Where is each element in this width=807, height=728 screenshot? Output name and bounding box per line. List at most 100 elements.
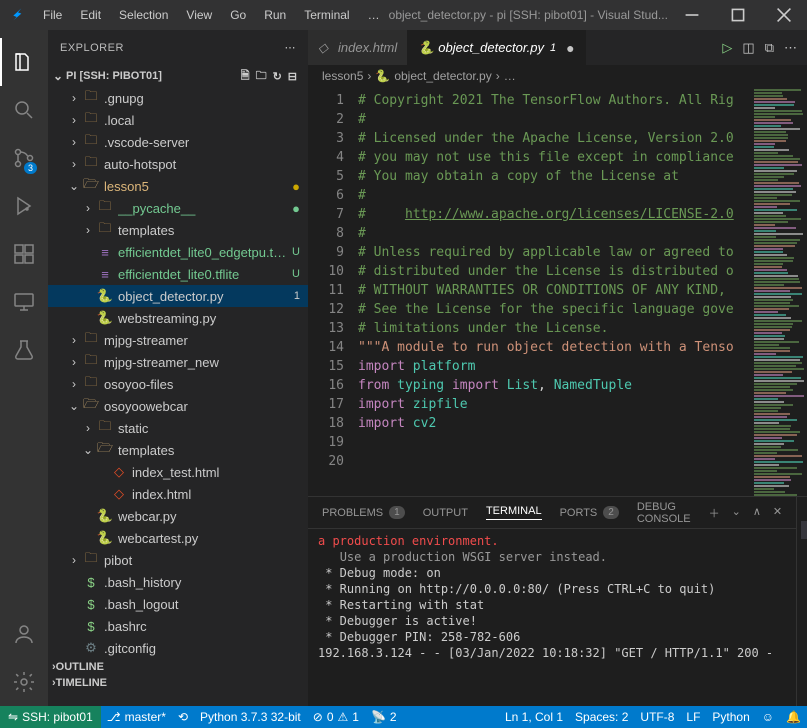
tree-item---pycache--[interactable]: ›🗀__pycache__●	[48, 197, 308, 219]
menu-selection[interactable]: Selection	[111, 4, 176, 26]
panel-tab-debug console[interactable]: DEBUG CONSOLE	[637, 501, 691, 525]
tree-item-efficientdet-lite0-edgetpu-tflite[interactable]: ≡efficientdet_lite0_edgetpu.tfliteU	[48, 241, 308, 263]
menu-edit[interactable]: Edit	[72, 4, 109, 26]
chevron-icon: ⌄	[80, 443, 96, 457]
panel-tab-ports[interactable]: PORTS 2	[560, 506, 619, 519]
item-label: .gitconfig	[104, 641, 300, 656]
scm-activity[interactable]: 3	[0, 134, 48, 182]
code-content[interactable]: # Copyright 2021 The TensorFlow Authors.…	[358, 87, 752, 496]
explorer-activity[interactable]	[0, 38, 48, 86]
menu-file[interactable]: File	[35, 4, 70, 26]
tree-root[interactable]: ⌄ PI [SSH: PIBOT01] 🗎 🗀 ↻ ⊟	[48, 65, 308, 87]
tree-item-mjpg-streamer-new[interactable]: ›🗀mjpg-streamer_new	[48, 351, 308, 373]
breadcrumbs[interactable]: lesson5 › 🐍 object_detector.py › …	[308, 65, 807, 87]
notifications-icon[interactable]: 🔔	[780, 710, 807, 724]
run-icon[interactable]: ▷	[722, 40, 732, 56]
menu-terminal[interactable]: Terminal	[296, 4, 357, 26]
panel-tab-output[interactable]: OUTPUT	[423, 507, 468, 519]
search-activity[interactable]	[0, 86, 48, 134]
tree-item-pibot[interactable]: ›🗀pibot	[48, 549, 308, 571]
menu-…[interactable]: …	[360, 4, 388, 26]
problems-status[interactable]: ⊘0 ⚠1	[307, 710, 365, 724]
settings-activity[interactable]	[0, 658, 48, 706]
python-interpreter[interactable]: Python 3.7.3 32-bit	[194, 710, 307, 724]
item-label: .bash_logout	[104, 597, 300, 612]
tree-item-webcar-py[interactable]: 🐍webcar.py	[48, 505, 308, 527]
diff-icon[interactable]: ⧉	[765, 40, 774, 56]
tree-item--gitconfig[interactable]: ⚙.gitconfig	[48, 637, 308, 659]
refresh-icon[interactable]: ↻	[273, 70, 282, 83]
minimap[interactable]	[752, 87, 807, 496]
cursor-position[interactable]: Ln 1, Col 1	[499, 710, 569, 724]
breadcrumb-item[interactable]: object_detector.py	[394, 69, 491, 83]
tree-item-index-test-html[interactable]: ◇index_test.html	[48, 461, 308, 483]
remote-indicator[interactable]: ⇋SSH: pibot01	[0, 706, 101, 728]
tree-item--bash-logout[interactable]: $.bash_logout	[48, 593, 308, 615]
tree-item--vscode-server[interactable]: ›🗀.vscode-server	[48, 131, 308, 153]
indentation[interactable]: Spaces: 2	[569, 710, 634, 724]
html-icon: ◇	[318, 40, 332, 56]
tree-item--local[interactable]: ›🗀.local	[48, 109, 308, 131]
folder-icon: 🗀	[82, 87, 100, 109]
terminal-session-sudo[interactable]: ›sudo osoyo...	[801, 521, 807, 539]
tree-item-lesson5[interactable]: ⌄🗁lesson5●	[48, 175, 308, 197]
tree-item-templates[interactable]: ›🗀templates	[48, 219, 308, 241]
sync-icon: ⟲	[178, 710, 188, 724]
new-file-icon[interactable]: 🗎	[241, 67, 250, 86]
tree-item-templates[interactable]: ⌄🗁templates	[48, 439, 308, 461]
timeline-section[interactable]: ›TIMELINE	[48, 675, 308, 691]
eol[interactable]: LF	[680, 710, 706, 724]
menu-run[interactable]: Run	[256, 4, 294, 26]
tree-item-index-html[interactable]: ◇index.html	[48, 483, 308, 505]
extensions-activity[interactable]	[0, 230, 48, 278]
tree-item--gnupg[interactable]: ›🗀.gnupg	[48, 87, 308, 109]
tree-item-auto-hotspot[interactable]: ›🗀auto-hotspot	[48, 153, 308, 175]
tree-item-osoyoowebcar[interactable]: ⌄🗁osoyoowebcar	[48, 395, 308, 417]
terminal-session-python3[interactable]: ›python3 les...	[801, 503, 807, 521]
maximize-panel-icon[interactable]: ∧	[753, 505, 761, 521]
editor-body[interactable]: 1234567891011121314151617181920 # Copyri…	[308, 87, 807, 496]
split-icon[interactable]: ◫	[742, 40, 754, 56]
panel-tab-terminal[interactable]: TERMINAL	[486, 505, 542, 520]
tree-item-efficientdet-lite0-tflite[interactable]: ≡efficientdet_lite0.tfliteU	[48, 263, 308, 285]
more-icon[interactable]: ⋯	[285, 41, 297, 54]
terminal-output[interactable]: a production environment. Use a producti…	[308, 529, 796, 706]
testing-activity[interactable]	[0, 326, 48, 374]
panel-tab-problems[interactable]: PROBLEMS 1	[322, 506, 405, 519]
git-branch[interactable]: ⎇master*	[101, 710, 172, 724]
tree-item--bashrc[interactable]: $.bashrc	[48, 615, 308, 637]
close-panel-icon[interactable]: ✕	[773, 505, 782, 521]
menu-view[interactable]: View	[178, 4, 220, 26]
tree-item-mjpg-streamer[interactable]: ›🗀mjpg-streamer	[48, 329, 308, 351]
tree-item-webcartest-py[interactable]: 🐍webcartest.py	[48, 527, 308, 549]
remote-explorer-activity[interactable]	[0, 278, 48, 326]
tree-item-osoyoo-files[interactable]: ›🗀osoyoo-files	[48, 373, 308, 395]
outline-section[interactable]: ›OUTLINE	[48, 659, 308, 675]
menu-go[interactable]: Go	[222, 4, 254, 26]
accounts-activity[interactable]	[0, 610, 48, 658]
maximize-button[interactable]	[715, 0, 761, 30]
breadcrumb-item[interactable]: …	[504, 69, 516, 83]
tree-item-webstreaming-py[interactable]: 🐍webstreaming.py	[48, 307, 308, 329]
terminal-sessions: ›python3 les...›sudo osoyo...	[796, 497, 807, 706]
new-folder-icon[interactable]: 🗀	[256, 67, 267, 86]
new-terminal-icon[interactable]: ＋	[709, 505, 720, 521]
dropdown-icon[interactable]: ⌄	[732, 505, 741, 521]
tab-object-detector-py[interactable]: 🐍object_detector.py1●	[408, 30, 585, 65]
feedback-icon[interactable]: ☺	[756, 710, 780, 724]
run-activity[interactable]	[0, 182, 48, 230]
language-mode[interactable]: Python	[706, 710, 755, 724]
tab-index-html[interactable]: ◇index.html	[308, 30, 408, 65]
ports-status[interactable]: 📡2	[365, 710, 403, 724]
close-button[interactable]	[761, 0, 807, 30]
collapse-icon[interactable]: ⊟	[288, 70, 297, 83]
tree-item-object-detector-py[interactable]: 🐍object_detector.py1	[48, 285, 308, 307]
tree-item-static[interactable]: ›🗀static	[48, 417, 308, 439]
minimize-button[interactable]	[669, 0, 715, 30]
breadcrumb-item[interactable]: lesson5	[322, 69, 363, 83]
dirty-icon[interactable]: ●	[566, 40, 574, 56]
encoding[interactable]: UTF-8	[634, 710, 680, 724]
more-icon[interactable]: ⋯	[784, 40, 797, 56]
sync-status[interactable]: ⟲	[172, 710, 194, 724]
tree-item--bash-history[interactable]: $.bash_history	[48, 571, 308, 593]
